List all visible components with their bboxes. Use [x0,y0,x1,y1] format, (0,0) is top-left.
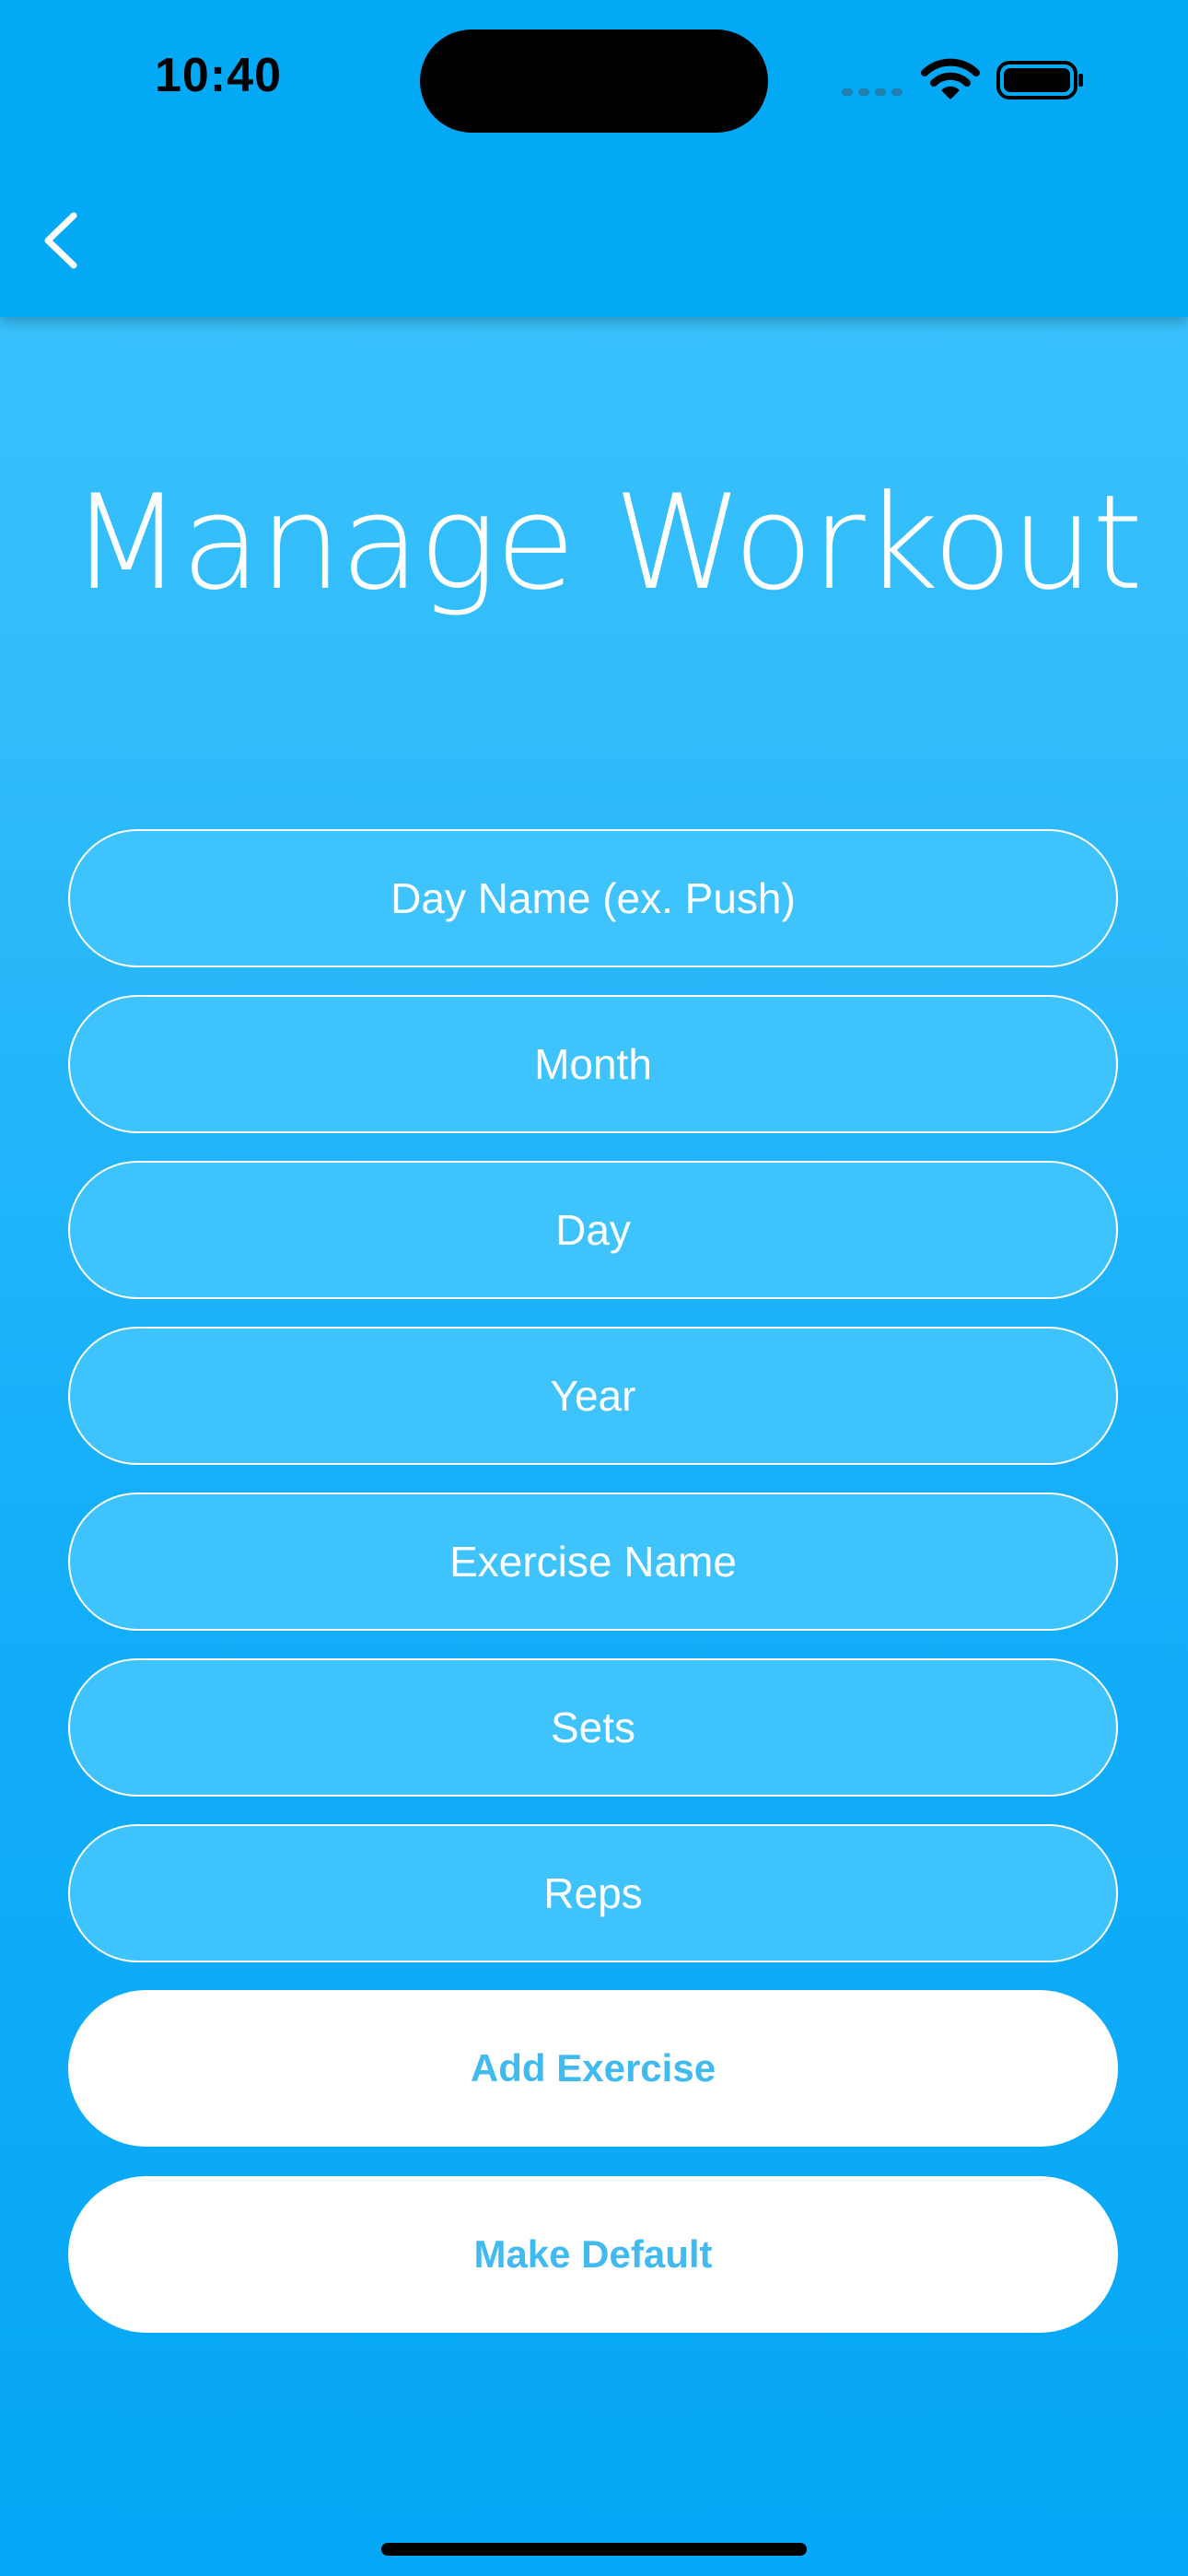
reps-input[interactable] [68,1824,1118,1962]
home-indicator [381,2543,807,2556]
exercise-name-input[interactable] [68,1493,1118,1631]
status-bar: 10:40 [0,0,1188,175]
day-name-input[interactable] [68,829,1118,967]
status-time: 10:40 [155,49,282,102]
dynamic-island [420,29,768,133]
sets-input[interactable] [68,1658,1118,1797]
battery-icon [996,61,1083,100]
make-default-button[interactable]: Make Default [68,2176,1118,2333]
add-exercise-button[interactable]: Add Exercise [68,1990,1118,2147]
page-title: Manage Workout [70,467,1143,619]
month-input[interactable] [68,995,1118,1133]
wifi-icon [921,58,980,100]
workout-form: Add Exercise Make Default [68,829,1118,2333]
back-button[interactable] [28,201,98,280]
day-input[interactable] [68,1161,1118,1299]
chevron-left-icon [44,212,77,269]
cellular-signal-icon [842,88,903,96]
year-input[interactable] [68,1327,1118,1465]
